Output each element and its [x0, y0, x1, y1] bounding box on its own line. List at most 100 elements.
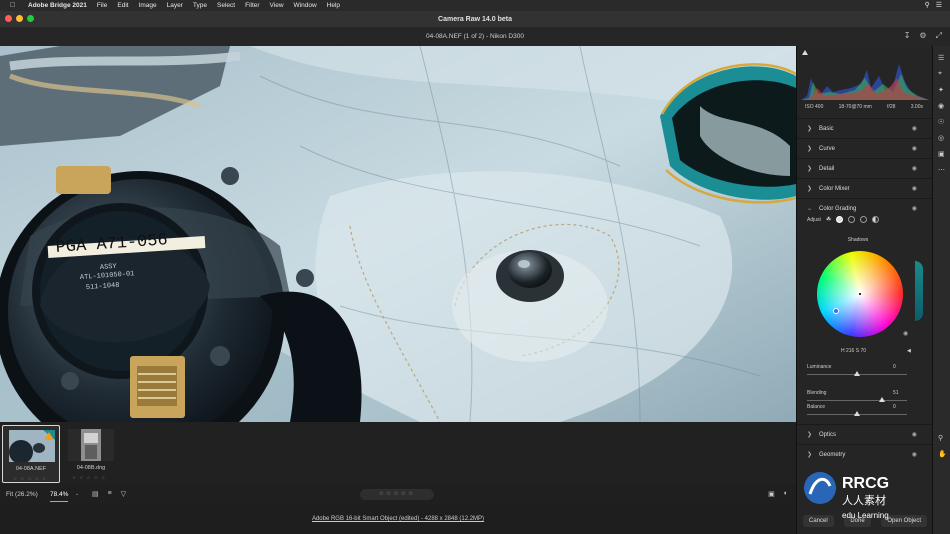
- histogram: [801, 48, 929, 104]
- blending-slider[interactable]: [807, 400, 907, 401]
- menu-file[interactable]: File: [97, 2, 107, 9]
- eye-icon[interactable]: ◉: [912, 451, 917, 458]
- close-window-button[interactable]: [5, 15, 12, 22]
- zoom-level-dropdown[interactable]: 78.4%: [50, 491, 69, 502]
- blending-slider-handle[interactable]: [879, 397, 885, 402]
- hand-icon[interactable]: ✋: [938, 450, 947, 458]
- compare-view-icon[interactable]: ▣: [768, 490, 775, 498]
- midtones-mode-button[interactable]: [848, 216, 856, 223]
- eye-icon[interactable]: ◉: [912, 165, 917, 172]
- app-name-menu[interactable]: Adobe Bridge 2021: [28, 2, 87, 9]
- fit-zoom-button[interactable]: Fit (26.2%): [6, 491, 38, 498]
- filmstrip-item[interactable]: 04-08B.dng ☆ ☆ ☆ ☆ ☆: [62, 425, 120, 483]
- minimize-window-button[interactable]: [16, 15, 23, 22]
- crop-icon[interactable]: ⌖: [938, 70, 942, 78]
- zoom-icon[interactable]: ⚲: [938, 434, 943, 442]
- eye-icon[interactable]: ◉: [903, 330, 908, 337]
- luminance-label: Luminance: [807, 364, 832, 370]
- more-icon[interactable]: ⋯: [938, 166, 945, 174]
- workflow-options-link[interactable]: Adobe RGB 16-bit Smart Object (edited) -…: [0, 516, 796, 522]
- menu-edit[interactable]: Edit: [117, 2, 128, 9]
- rating-star-icon[interactable]: ☆ ☆ ☆ ☆ ☆: [72, 475, 106, 481]
- thumbnail-image: [68, 429, 114, 461]
- save-icon[interactable]: ↧: [904, 31, 911, 41]
- hue-saturation-readout: H 216 S 70: [841, 348, 867, 354]
- three-way-icon[interactable]: ☘: [826, 216, 831, 223]
- filmstrip-item-selected[interactable]: 04-08A.NEF ☆ ☆ ☆ ☆ ☆: [2, 425, 60, 483]
- menu-select[interactable]: Select: [217, 2, 235, 9]
- presets-icon[interactable]: ◎: [938, 134, 944, 142]
- adjust-label: Adjust: [807, 216, 821, 223]
- blending-value[interactable]: 51: [893, 390, 899, 396]
- gear-icon[interactable]: ⚙: [919, 31, 926, 41]
- rating-stars[interactable]: ☆☆☆☆☆: [360, 489, 434, 500]
- section-geometry[interactable]: ❯ Geometry ◉: [797, 444, 933, 464]
- control-center-icon[interactable]: ☰: [936, 1, 942, 9]
- before-after-icon[interactable]: ◐: [784, 490, 788, 498]
- highlights-mode-button[interactable]: [860, 216, 868, 223]
- tool-strip: ☰ ⌖ ✦ ◉ ☉ ◎ ▣ ⋯ ⚲ ✋: [932, 46, 950, 534]
- eye-icon[interactable]: ◉: [912, 431, 917, 438]
- redeye-icon[interactable]: ☉: [938, 118, 944, 126]
- sort-icon[interactable]: ≡: [108, 490, 112, 498]
- exif-info: ISO 400 18-70@70 mm f/28 3.00s: [805, 104, 923, 110]
- next-color-wheel[interactable]: [915, 261, 923, 321]
- svg-text:人人素材: 人人素材: [842, 493, 886, 507]
- wheel-title: Shadows: [847, 237, 869, 243]
- eye-icon[interactable]: ◉: [912, 205, 917, 212]
- edit-icon[interactable]: ☰: [938, 54, 944, 62]
- filmstrip-view-icon[interactable]: ▤: [92, 490, 99, 498]
- chevron-down-icon[interactable]: ⌄: [75, 491, 79, 497]
- workflow-footer: Adobe RGB 16-bit Smart Object (edited) -…: [0, 506, 796, 534]
- chevron-down-icon: ⌄: [807, 206, 813, 212]
- wheel-center-marker: [859, 293, 861, 295]
- window-titlebar: Camera Raw 14.0 beta: [0, 11, 950, 27]
- eye-icon[interactable]: ◉: [912, 125, 917, 132]
- rrcg-watermark-logo: RRCG 人人素材 edu Learning: [804, 472, 889, 520]
- spacesuit-photo: PGA A71-056 ASSY ATL-101050-01 511-1048: [0, 46, 796, 422]
- filmstrip-item-name: 04-08A.NEF: [15, 466, 47, 472]
- filter-icon[interactable]: ▽: [121, 490, 126, 498]
- menu-image[interactable]: Image: [139, 2, 157, 9]
- global-mode-button[interactable]: [872, 216, 880, 223]
- menu-layer[interactable]: Layer: [167, 2, 183, 9]
- exif-focal: 18-70@70 mm: [838, 104, 872, 110]
- luminance-slider-handle[interactable]: [854, 371, 860, 376]
- eye-icon[interactable]: ◉: [912, 185, 917, 192]
- wheel-handle[interactable]: [833, 308, 839, 314]
- fullscreen-icon[interactable]: ⤢: [936, 31, 942, 41]
- menu-type[interactable]: Type: [193, 2, 207, 9]
- menu-window[interactable]: Window: [294, 2, 317, 9]
- menu-view[interactable]: View: [270, 2, 284, 9]
- section-color-mixer[interactable]: ❯ Color Mixer ◉: [797, 178, 933, 198]
- menu-filter[interactable]: Filter: [245, 2, 259, 9]
- chevron-right-icon: ❯: [807, 166, 813, 172]
- menu-help[interactable]: Help: [327, 2, 340, 9]
- zoom-window-button[interactable]: [27, 15, 34, 22]
- eye-icon[interactable]: ◉: [912, 145, 917, 152]
- section-detail[interactable]: ❯ Detail ◉: [797, 158, 933, 178]
- blending-label: Blending: [807, 390, 827, 396]
- section-optics[interactable]: ❯ Optics ◉: [797, 424, 933, 444]
- search-icon[interactable]: ⚲: [925, 1, 930, 9]
- svg-text:RRCG: RRCG: [842, 475, 889, 492]
- caret-left-icon[interactable]: ◀: [907, 348, 911, 354]
- luminance-value[interactable]: 0: [893, 364, 896, 370]
- healing-icon[interactable]: ✦: [938, 86, 944, 94]
- apple-icon[interactable]: : [10, 2, 18, 9]
- chevron-right-icon: ❯: [807, 146, 813, 152]
- color-grading-adjust: Adjust ☘: [807, 216, 880, 223]
- rating-star-icon[interactable]: ☆ ☆ ☆ ☆ ☆: [13, 476, 47, 482]
- balance-slider-handle[interactable]: [854, 411, 860, 416]
- menubar:  Adobe Bridge 2021 File Edit Image Laye…: [0, 0, 950, 11]
- section-basic[interactable]: ❯ Basic ◉: [797, 118, 933, 138]
- snapshots-icon[interactable]: ▣: [938, 150, 945, 158]
- thumbnail-image: [9, 430, 55, 462]
- balance-value[interactable]: 0: [893, 404, 896, 410]
- shadows-mode-button[interactable]: [836, 216, 844, 223]
- image-preview[interactable]: PGA A71-056 ASSY ATL-101050-01 511-1048: [0, 46, 796, 422]
- chevron-right-icon: ❯: [807, 432, 813, 438]
- mask-icon[interactable]: ◉: [938, 102, 944, 110]
- section-curve[interactable]: ❯ Curve ◉: [797, 138, 933, 158]
- section-color-grading[interactable]: ⌄ Color Grading ◉: [797, 198, 933, 218]
